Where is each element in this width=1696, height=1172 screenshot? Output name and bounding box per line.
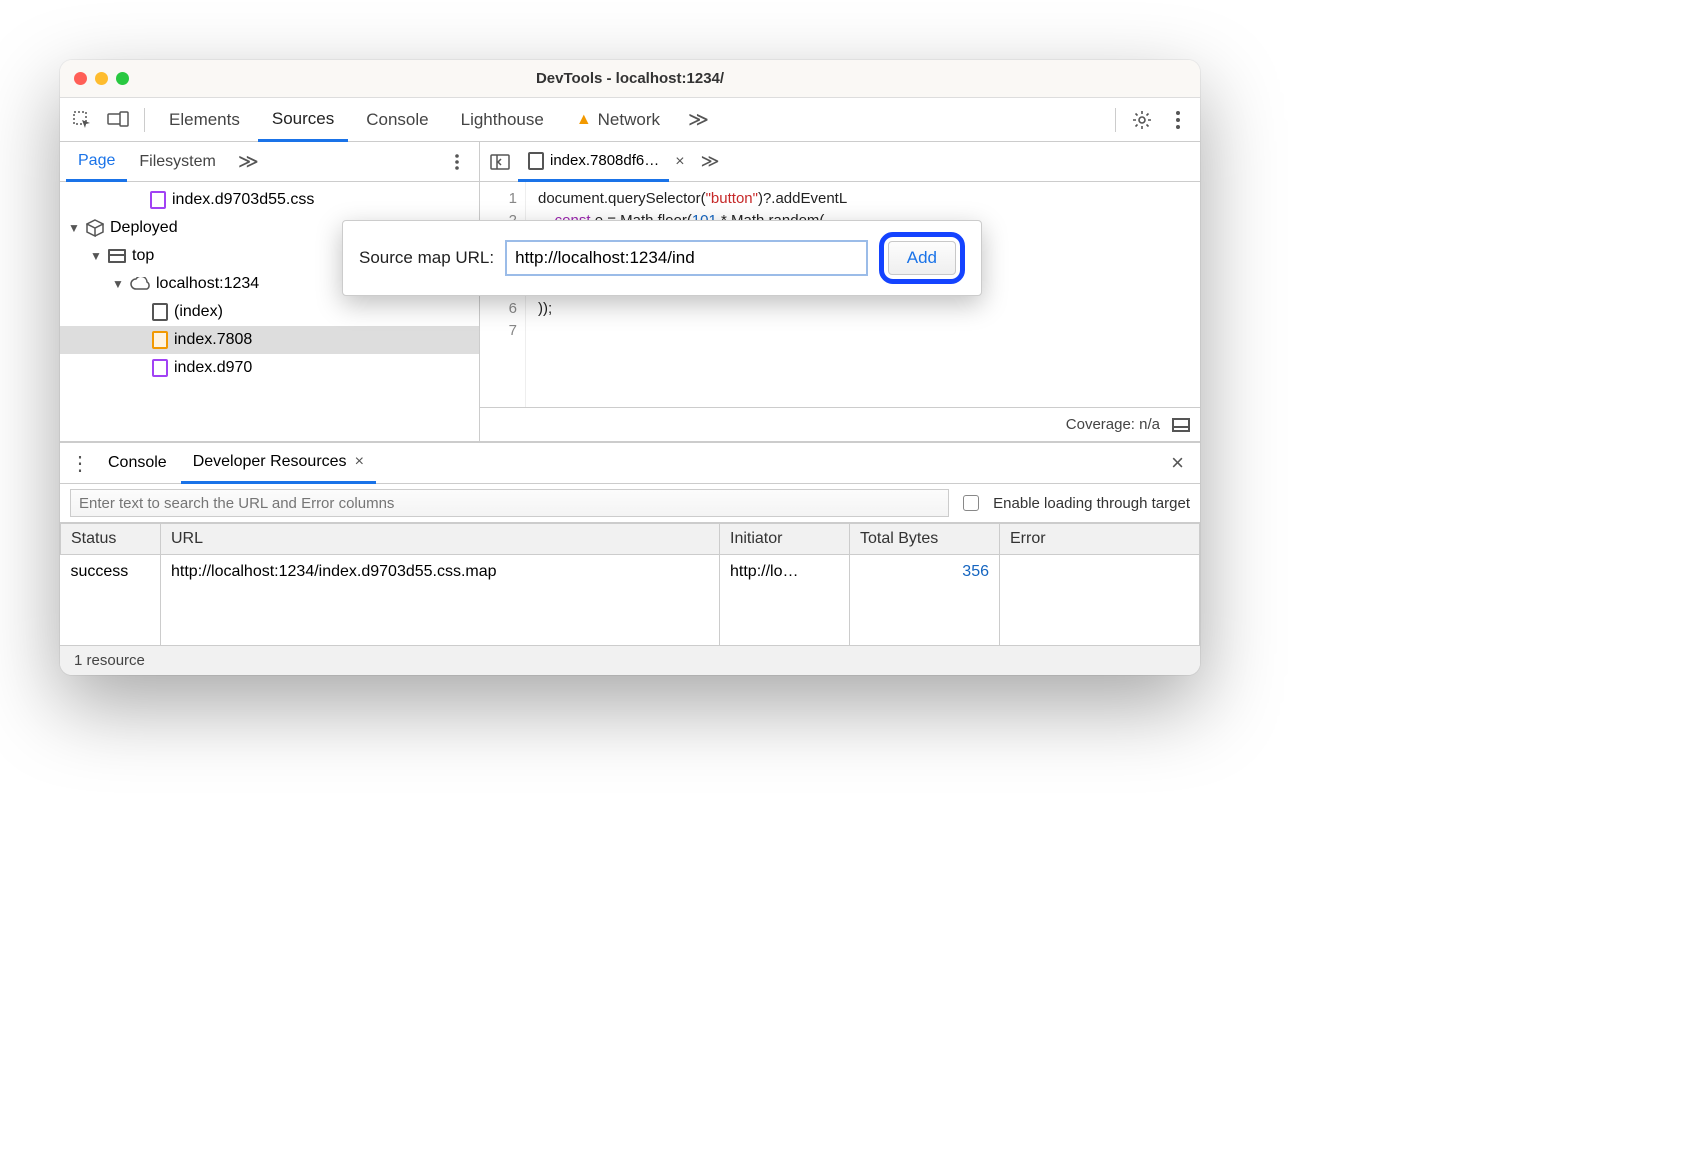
divider [144, 108, 145, 132]
editor-statusbar: Coverage: n/a [480, 407, 1200, 441]
drawer-kebab-icon[interactable]: ⋮ [66, 451, 94, 476]
col-url[interactable]: URL [161, 524, 720, 555]
css-file-icon [152, 359, 168, 377]
drawer-tabs: ⋮ Console Developer Resources × × [60, 443, 1200, 483]
caret-down-icon: ▼ [68, 221, 80, 235]
frame-icon [108, 249, 126, 263]
editor-tabs: index.7808df6… × ≫ [480, 142, 1200, 182]
tab-elements[interactable]: Elements [155, 98, 254, 142]
col-status[interactable]: Status [61, 524, 161, 555]
close-drawer-tab-icon[interactable]: × [355, 453, 364, 471]
editor-tab-active[interactable]: index.7808df6… [518, 142, 669, 182]
drawer: ⋮ Console Developer Resources × × Enable… [60, 442, 1200, 675]
caret-down-icon: ▼ [112, 277, 124, 291]
add-button-highlight: Add [879, 232, 965, 284]
tree-file-index[interactable]: (index) [60, 298, 479, 326]
close-editor-tab-icon[interactable]: × [671, 153, 688, 171]
tab-sources[interactable]: Sources [258, 98, 348, 142]
minimize-window-button[interactable] [95, 72, 108, 85]
divider [1115, 108, 1116, 132]
resources-table: Status URL Initiator Total Bytes Error s… [60, 523, 1200, 645]
drawer-tab-console[interactable]: Console [96, 443, 179, 483]
col-total[interactable]: Total Bytes [850, 524, 1000, 555]
col-initiator[interactable]: Initiator [720, 524, 850, 555]
editor-more-chevron-icon[interactable]: ≫ [691, 151, 730, 172]
document-icon [152, 303, 168, 321]
devtools-window: DevTools - localhost:1234/ Elements Sour… [60, 60, 1200, 675]
device-toggle-icon[interactable] [102, 104, 134, 136]
more-tabs-chevron-icon[interactable]: ≫ [678, 107, 719, 132]
window-title: DevTools - localhost:1234/ [60, 70, 1200, 87]
tab-console[interactable]: Console [352, 98, 442, 142]
enable-loading-checkbox[interactable] [963, 495, 979, 511]
filter-row: Enable loading through target [60, 483, 1200, 523]
titlebar: DevTools - localhost:1234/ [60, 60, 1200, 98]
warning-icon: ▲ [576, 111, 592, 129]
cube-icon [86, 219, 104, 237]
drawer-statusbar: 1 resource [60, 645, 1200, 675]
tree-file-css[interactable]: index.d9703d55.css [60, 186, 479, 214]
navigator-kebab-icon[interactable] [441, 146, 473, 178]
tab-network[interactable]: ▲Network [562, 98, 674, 142]
tab-lighthouse[interactable]: Lighthouse [447, 98, 558, 142]
zoom-window-button[interactable] [116, 72, 129, 85]
tree-file-js-selected[interactable]: index.7808 [60, 326, 479, 354]
inspect-icon[interactable] [66, 104, 98, 136]
settings-gear-icon[interactable] [1126, 104, 1158, 136]
add-button[interactable]: Add [888, 241, 956, 275]
source-map-url-input[interactable] [506, 241, 867, 275]
main-tabs: Elements Sources Console Lighthouse ▲Net… [60, 98, 1200, 142]
tab-filesystem[interactable]: Filesystem [127, 142, 227, 182]
close-drawer-icon[interactable]: × [1161, 450, 1194, 476]
cloud-icon [130, 277, 150, 291]
resource-count: 1 resource [74, 652, 145, 669]
close-window-button[interactable] [74, 72, 87, 85]
col-error[interactable]: Error [1000, 524, 1200, 555]
source-map-popover: Source map URL: Add [342, 220, 982, 296]
tree-file-css2[interactable]: index.d970 [60, 354, 479, 382]
kebab-menu-icon[interactable] [1162, 104, 1194, 136]
tab-page[interactable]: Page [66, 142, 127, 182]
drawer-tab-developer-resources[interactable]: Developer Resources × [181, 444, 376, 484]
caret-down-icon: ▼ [90, 249, 102, 263]
navigator-tabs: Page Filesystem ≫ [60, 142, 479, 182]
traffic-lights [74, 72, 129, 85]
document-icon [528, 152, 544, 170]
coverage-label: Coverage: n/a [1066, 416, 1160, 433]
js-file-icon [152, 331, 168, 349]
filter-input[interactable] [70, 489, 949, 517]
toggle-sidebar-icon[interactable] [484, 146, 516, 178]
table-row[interactable]: success http://localhost:1234/index.d970… [61, 555, 1200, 590]
navigator-more-chevron-icon[interactable]: ≫ [228, 149, 269, 174]
source-map-label: Source map URL: [359, 248, 494, 268]
enable-loading-label: Enable loading through target [993, 495, 1190, 512]
toggle-bottom-panel-icon[interactable] [1172, 418, 1190, 432]
css-file-icon [150, 191, 166, 209]
